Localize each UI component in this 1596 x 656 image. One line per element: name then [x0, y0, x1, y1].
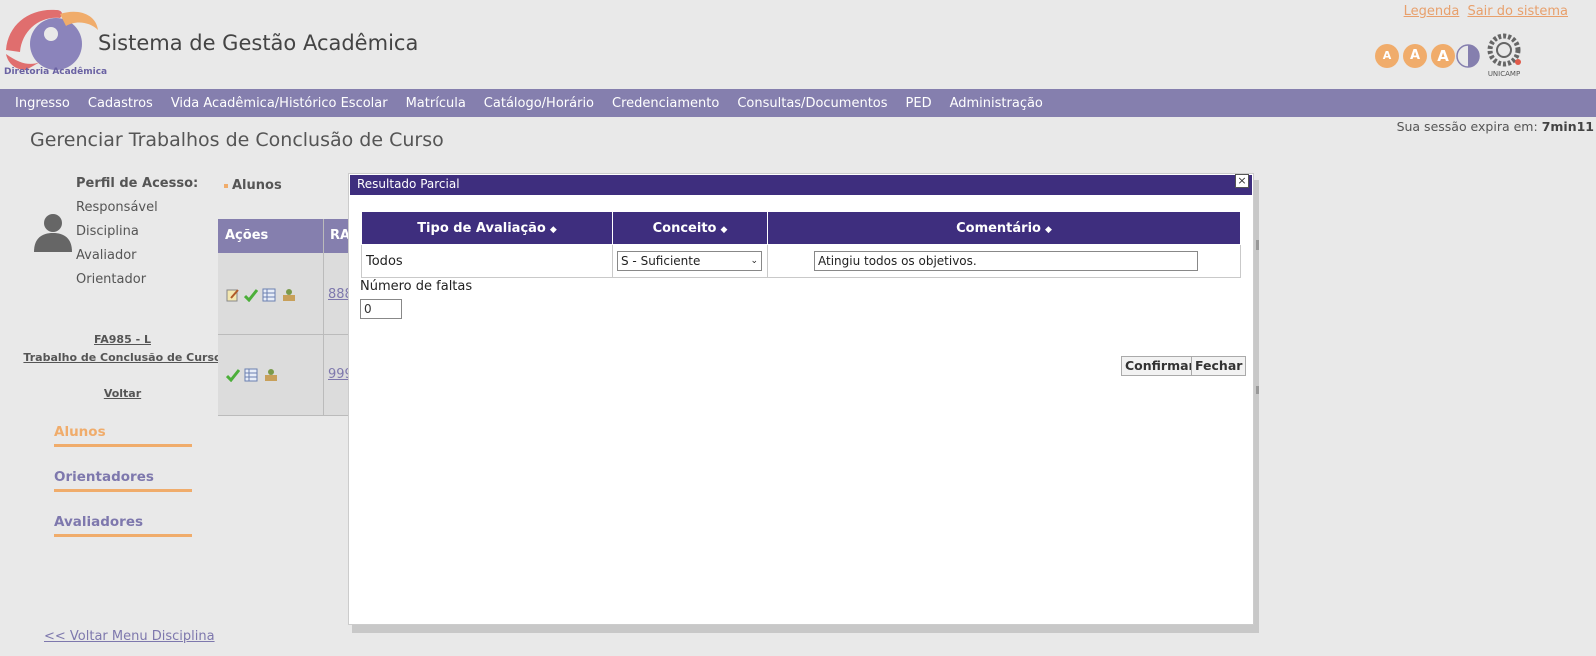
- col-header-acoes: Ações: [218, 219, 323, 253]
- user-badge-icon[interactable]: [264, 368, 278, 382]
- session-timer: Sua sessão expira em: 7min11: [1397, 119, 1594, 134]
- evaluation-table: Tipo de Avaliação ◆ Conceito ◆ Comentário ◆…: [361, 211, 1241, 278]
- edit-icon[interactable]: [226, 288, 240, 302]
- faltas-label: Número de faltas: [360, 279, 473, 294]
- legenda-link[interactable]: Legenda: [1404, 4, 1460, 19]
- close-icon[interactable]: ×: [1235, 174, 1249, 188]
- col-header-conceito[interactable]: Conceito ◆: [612, 211, 768, 245]
- conceito-cell: S - Suficiente ⌄: [612, 244, 768, 278]
- nav-vida-academica[interactable]: Vida Acadêmica/Histórico Escolar: [171, 96, 388, 111]
- user-badge-icon[interactable]: [282, 288, 296, 302]
- page-title: Gerenciar Trabalhos de Conclusão de Curs…: [30, 129, 444, 151]
- col-header-conceito-label: Conceito: [652, 220, 717, 236]
- main-nav: Ingresso Cadastros Vida Acadêmica/Histór…: [0, 89, 1596, 117]
- contrast-icon[interactable]: [1456, 44, 1480, 68]
- col-header-comentario[interactable]: Comentário ◆: [767, 211, 1241, 245]
- fechar-button[interactable]: Fechar: [1191, 356, 1247, 376]
- sort-icon[interactable]: ◆: [550, 225, 557, 235]
- table-divider: [218, 334, 353, 335]
- session-time: 7min11: [1541, 119, 1594, 134]
- sort-icon[interactable]: ◆: [720, 225, 727, 235]
- nav-credenciamento[interactable]: Credenciamento: [612, 96, 719, 111]
- side-tab-avaliadores[interactable]: Avaliadores: [54, 514, 192, 537]
- sair-link[interactable]: Sair do sistema: [1467, 4, 1568, 19]
- profile-label: Perfil de Acesso:: [76, 176, 199, 191]
- top-links: Legenda Sair do sistema: [1400, 4, 1568, 19]
- comentario-cell: Atingiu todos os objetivos.: [767, 244, 1241, 278]
- check-icon[interactable]: [244, 288, 258, 302]
- conceito-select[interactable]: S - Suficiente ⌄: [617, 251, 762, 271]
- voltar-link[interactable]: Voltar: [0, 387, 245, 400]
- profile-responsavel[interactable]: Responsável: [76, 200, 158, 215]
- profile-disciplina[interactable]: Disciplina: [76, 224, 139, 239]
- nav-ingresso[interactable]: Ingresso: [15, 96, 70, 111]
- side-tab-alunos[interactable]: Alunos: [54, 424, 192, 447]
- col-header-tipo[interactable]: Tipo de Avaliação ◆: [361, 211, 613, 245]
- table-row: Todos S - Suficiente ⌄ Atingiu todos os …: [361, 244, 1241, 278]
- col-header-comentario-label: Comentário: [956, 220, 1041, 236]
- confirmar-button[interactable]: Confirmar: [1121, 356, 1199, 376]
- logo-caption: Diretoria Acadêmica: [4, 67, 108, 77]
- font-size-medium-button[interactable]: A: [1403, 44, 1427, 68]
- nav-catalogo-horario[interactable]: Catálogo/Horário: [484, 96, 594, 111]
- conceito-value: S - Suficiente: [621, 254, 701, 268]
- chevron-down-icon: ⌄: [750, 256, 758, 266]
- alunos-heading: Alunos: [232, 178, 282, 193]
- faltas-input[interactable]: 0: [360, 299, 402, 319]
- table-divider: [218, 415, 353, 416]
- app-title: Sistema de Gestão Acadêmica: [98, 31, 419, 55]
- col-header-tipo-label: Tipo de Avaliação: [417, 220, 546, 236]
- font-size-small-button[interactable]: A: [1375, 44, 1399, 68]
- comentario-input[interactable]: Atingiu todos os objetivos.: [814, 251, 1198, 271]
- nav-cadastros[interactable]: Cadastros: [88, 96, 153, 111]
- back-menu-link[interactable]: << Voltar Menu Disciplina: [44, 629, 215, 644]
- session-label: Sua sessão expira em:: [1396, 119, 1538, 134]
- nav-consultas-documentos[interactable]: Consultas/Documentos: [737, 96, 887, 111]
- tipo-cell: Todos: [361, 244, 613, 278]
- nav-administracao[interactable]: Administração: [950, 96, 1043, 111]
- profile-orientador[interactable]: Orientador: [76, 272, 146, 287]
- sort-icon[interactable]: ◆: [1045, 225, 1052, 235]
- grid-icon[interactable]: [244, 368, 258, 382]
- table-edge-mark: [1256, 386, 1259, 394]
- user-avatar-icon: [34, 214, 72, 252]
- modal-titlebar: [350, 175, 1252, 195]
- table-edge-mark: [1256, 240, 1259, 250]
- course-name-link[interactable]: Trabalho de Conclusão de Curso: [0, 351, 245, 364]
- check-icon[interactable]: [226, 368, 240, 382]
- unicamp-label: UNICAMP: [1488, 70, 1520, 78]
- side-tab-orientadores[interactable]: Orientadores: [54, 469, 192, 492]
- course-code-link[interactable]: FA985 - L: [0, 333, 245, 346]
- font-size-large-button[interactable]: A: [1431, 44, 1455, 68]
- table-divider: [323, 219, 324, 415]
- grid-icon[interactable]: [262, 288, 276, 302]
- unicamp-logo-icon: UNICAMP: [1487, 33, 1521, 78]
- nav-ped[interactable]: PED: [906, 96, 932, 111]
- modal-title: Resultado Parcial: [357, 177, 460, 191]
- nav-matricula[interactable]: Matrícula: [406, 96, 466, 111]
- profile-avaliador[interactable]: Avaliador: [76, 248, 137, 263]
- bullet-icon: [224, 184, 228, 188]
